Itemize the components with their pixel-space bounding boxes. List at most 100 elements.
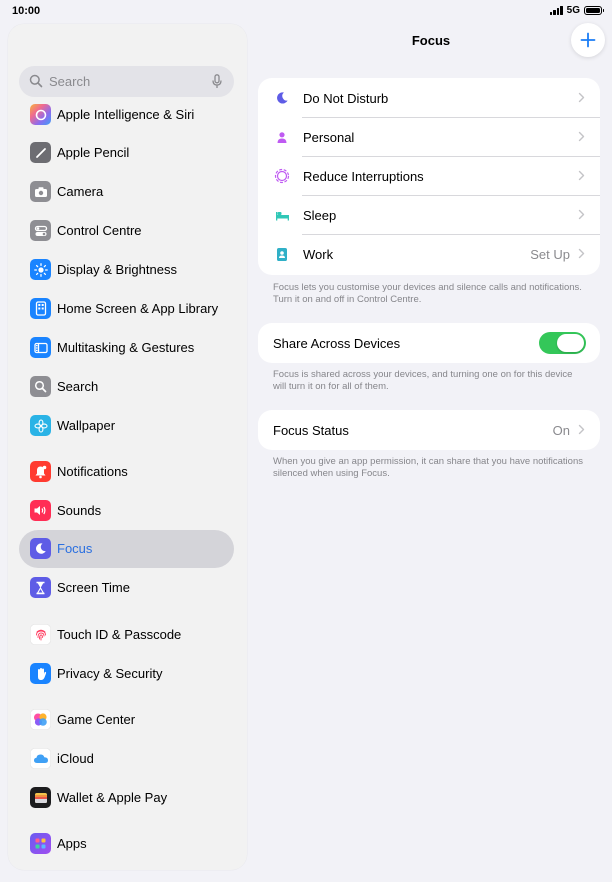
chevron-right-icon: [578, 424, 585, 435]
sidebar-item-focus[interactable]: Focus: [19, 530, 234, 568]
sidebar-item-wallpaper[interactable]: Wallpaper: [19, 407, 234, 445]
focus-status-row[interactable]: Focus Status On: [258, 410, 600, 450]
page-title: Focus: [411, 33, 451, 48]
sidebar-item-display-brightness[interactable]: Display & Brightness: [19, 251, 234, 289]
chevron-right-icon: [578, 209, 585, 220]
focus-status-value: On: [552, 423, 570, 438]
share-across-devices-toggle[interactable]: [539, 332, 586, 354]
sidebar-item-label: Search: [57, 379, 99, 394]
badge-icon: [273, 245, 291, 263]
focus-status-label: Focus Status: [273, 423, 349, 438]
sidebar-item-label: Apple Pencil: [57, 145, 130, 160]
sidebar-item-label: Touch ID & Passcode: [57, 627, 182, 642]
focus-mode-label: Personal: [303, 130, 355, 145]
sidebar-item-label: Multitasking & Gestures: [57, 340, 195, 355]
microphone-icon[interactable]: [212, 74, 222, 89]
home-screen-icon: [30, 298, 51, 319]
game-center-icon: [30, 709, 51, 730]
sidebar-item-icloud[interactable]: iCloud: [19, 740, 234, 778]
sidebar-search-field[interactable]: Search: [19, 66, 234, 97]
sidebar-item-screen-time[interactable]: Screen Time: [19, 569, 234, 607]
focus-modes-list: Do Not Disturb Personal Reduce Interrupt…: [258, 78, 600, 275]
status-footnote: When you give an app permission, it can …: [273, 456, 583, 479]
sidebar-item-sounds[interactable]: Sounds: [19, 492, 234, 530]
sidebar-item-label: Wallet & Apple Pay: [57, 790, 168, 805]
sidebar-item-game-center[interactable]: Game Center: [19, 701, 234, 739]
multitasking-icon: [30, 337, 51, 358]
bed-icon: [273, 206, 291, 224]
sidebar-item-label: Display & Brightness: [57, 262, 177, 277]
sidebar-item-label: Sounds: [57, 503, 102, 518]
cloud-icon: [30, 748, 51, 769]
status-time: 10:00: [12, 5, 41, 17]
sidebar-item-label: Screen Time: [57, 580, 130, 595]
moon-icon: [30, 538, 51, 559]
sidebar-item-label: Home Screen & App Library: [57, 301, 219, 316]
focus-mode-reduce-interruptions[interactable]: Reduce Interruptions: [258, 156, 600, 195]
share-across-devices-card: Share Across Devices: [258, 323, 600, 363]
focus-mode-label: Do Not Disturb: [303, 91, 389, 106]
sidebar-item-label: Game Center: [57, 712, 136, 727]
focus-mode-label: Reduce Interruptions: [303, 169, 424, 184]
bell-icon: [30, 461, 51, 482]
control-centre-icon: [30, 220, 51, 241]
search-icon: [30, 376, 51, 397]
status-indicators: 5G: [549, 5, 604, 16]
magnifier-icon: [29, 74, 43, 88]
person-icon: [273, 128, 291, 146]
battery-icon: [584, 6, 604, 15]
toggle-knob: [557, 334, 584, 352]
chevron-right-icon: [578, 92, 585, 103]
sidebar-item-multitasking[interactable]: Multitasking & Gestures: [19, 329, 234, 367]
sidebar-item-apple-pencil[interactable]: Apple Pencil: [19, 134, 234, 172]
sidebar-item-label: Notifications: [57, 464, 128, 479]
focus-mode-work[interactable]: Work Set Up: [258, 234, 600, 273]
work-setup-value: Set Up: [530, 247, 570, 262]
sidebar-item-camera[interactable]: Camera: [19, 173, 234, 211]
share-across-devices-label: Share Across Devices: [273, 336, 401, 351]
focus-mode-personal[interactable]: Personal: [258, 117, 600, 156]
wallpaper-icon: [30, 415, 51, 436]
focus-mode-label: Sleep: [303, 208, 337, 223]
apple-intelligence-icon: [30, 104, 51, 125]
hand-icon: [30, 663, 51, 684]
sidebar-item-label: Wallpaper: [57, 418, 116, 433]
camera-icon: [30, 181, 51, 202]
plus-icon: [580, 32, 596, 48]
add-focus-button[interactable]: [571, 23, 605, 57]
share-across-devices-row: Share Across Devices: [258, 323, 600, 363]
sidebar-item-apple-intelligence[interactable]: Apple Intelligence & Siri: [19, 96, 234, 134]
sidebar-item-label: Control Centre: [57, 223, 142, 238]
chevron-right-icon: [578, 248, 585, 259]
sidebar-item-label: Camera: [57, 184, 104, 199]
focus-footnote: Focus lets you customise your devices an…: [273, 282, 582, 305]
sidebar-item-wallet[interactable]: Wallet & Apple Pay: [19, 779, 234, 817]
sidebar-item-label: Apps: [57, 836, 87, 851]
apps-grid-icon: [30, 833, 51, 854]
status-bar: 10:00 5G: [0, 0, 612, 24]
signal-icon: [549, 6, 563, 15]
share-footnote: Focus is shared across your devices, and…: [273, 369, 573, 392]
sidebar-item-notifications[interactable]: Notifications: [19, 453, 234, 491]
sidebar-item-touch-id[interactable]: Touch ID & Passcode: [19, 616, 234, 654]
speaker-icon: [30, 500, 51, 521]
flower-icon: [273, 167, 291, 185]
sidebar-item-privacy-security[interactable]: Privacy & Security: [19, 655, 234, 693]
sun-icon: [30, 259, 51, 280]
sidebar-item-home-screen[interactable]: Home Screen & App Library: [19, 290, 234, 328]
chevron-right-icon: [578, 170, 585, 181]
moon-icon: [273, 89, 291, 107]
hourglass-icon: [30, 577, 51, 598]
settings-sidebar: Search Apple Intelligence & Siri Apple P…: [8, 24, 247, 870]
sidebar-item-control-centre[interactable]: Control Centre: [19, 212, 234, 250]
focus-mode-label: Work: [303, 247, 334, 262]
sidebar-item-label: Privacy & Security: [57, 666, 163, 681]
sidebar-item-search[interactable]: Search: [19, 368, 234, 406]
sidebar-item-apps[interactable]: Apps: [19, 825, 234, 863]
search-placeholder: Search: [49, 74, 91, 89]
fingerprint-icon: [30, 624, 51, 645]
focus-mode-sleep[interactable]: Sleep: [258, 195, 600, 234]
sidebar-item-label: Apple Intelligence & Siri: [57, 107, 195, 122]
sidebar-item-label: iCloud: [57, 751, 94, 766]
focus-mode-do-not-disturb[interactable]: Do Not Disturb: [258, 78, 600, 117]
